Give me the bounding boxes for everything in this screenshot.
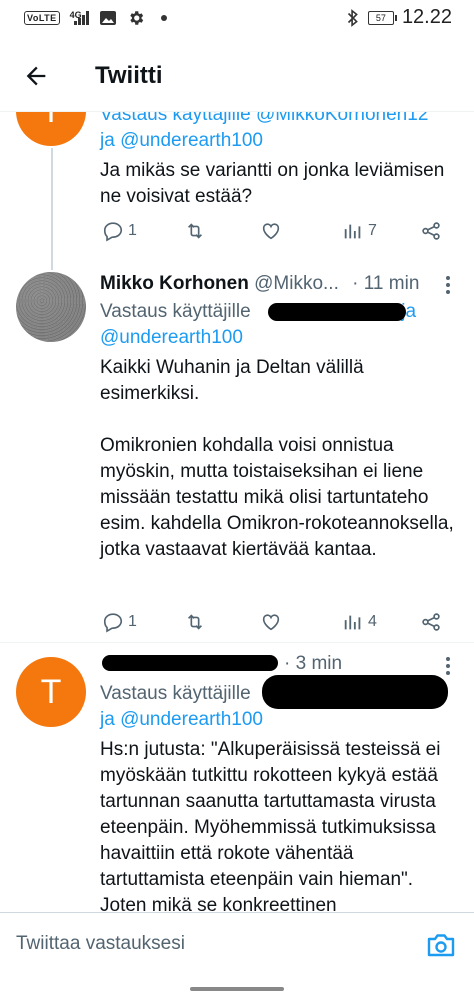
tweet-header: · 3 min — [284, 653, 342, 675]
reply-compose-bar: Twiittaa vastauksesi — [0, 912, 474, 978]
page-title: Twiitti — [95, 62, 163, 89]
tweet-2[interactable]: Mikko Korhonen @Mikko... · 11 min Vastau… — [0, 262, 474, 642]
retweet-button[interactable] — [184, 220, 206, 242]
redaction-scribble — [102, 655, 278, 671]
reply-context-line2: @underearth100 — [100, 325, 243, 351]
image-icon — [99, 11, 116, 25]
view-count: 4 — [368, 613, 377, 630]
top-app-bar: Twiitti — [0, 38, 474, 112]
heart-icon — [262, 223, 280, 240]
avatar[interactable]: T — [16, 657, 86, 727]
dot-icon — [160, 15, 167, 21]
reply-input[interactable]: Twiittaa vastauksesi — [16, 933, 185, 955]
tweet-time: · 11 min — [352, 273, 420, 294]
tweet-actions: 1 7 — [100, 220, 454, 250]
views-button[interactable]: 7 — [342, 220, 377, 242]
analytics-icon — [344, 615, 361, 630]
camera-icon[interactable] — [426, 931, 456, 959]
reply-context: Vastaus käyttäjille — [100, 681, 251, 707]
more-options-icon[interactable] — [446, 276, 452, 297]
reply-mention[interactable]: @underearth100 — [100, 327, 243, 348]
reply-context-line2[interactable]: ja @underearth100 — [100, 128, 263, 154]
like-button[interactable] — [260, 611, 282, 633]
avatar-letter: T — [40, 672, 62, 711]
reply-count: 1 — [128, 613, 137, 630]
like-button[interactable] — [260, 220, 282, 242]
tweet-time: · 3 min — [284, 653, 343, 674]
more-options-icon[interactable] — [446, 657, 452, 678]
reply-prefix: Vastaus käyttäjille — [100, 683, 251, 704]
status-bar: VoLTE 4G 57 12.22 — [0, 0, 474, 38]
share-icon — [422, 613, 440, 631]
tweet-header: Mikko Korhonen @Mikko... · 11 min — [100, 273, 419, 295]
home-indicator[interactable] — [190, 987, 284, 991]
reply-context-line2: ja @underearth100 — [100, 707, 263, 733]
share-button[interactable] — [420, 611, 442, 633]
tweet-text: Kaikki Wuhanin ja Deltan välillä esimerk… — [100, 357, 454, 560]
retweet-icon — [187, 614, 203, 630]
bluetooth-icon — [347, 8, 358, 27]
tweet-text: Hs:n jutusta: "Alkuperäisissä testeissä … — [100, 739, 441, 912]
clock: 12.22 — [401, 6, 452, 28]
network-type: 4G — [69, 10, 82, 20]
tweet-3[interactable]: T · 3 min Vastaus käyttäjille ja @undere… — [0, 643, 474, 912]
avatar[interactable] — [16, 272, 86, 342]
share-button[interactable] — [420, 220, 442, 242]
avatar[interactable]: T — [16, 112, 86, 146]
retweet-icon — [187, 223, 203, 239]
author-name[interactable]: Mikko Korhonen — [100, 273, 249, 294]
tweet-thread[interactable]: T Vastaus käyttäjille @MikkoKorhonen12 j… — [0, 112, 474, 912]
tweet-actions: 1 4 — [100, 611, 454, 641]
views-button[interactable]: 4 — [342, 611, 377, 633]
reply-context: Vastaus käyttäjille @MikkoKorhonen12 — [100, 112, 428, 128]
reply-mentions[interactable]: ja @underearth100 — [100, 709, 263, 730]
reply-count: 1 — [128, 222, 137, 239]
reply-mentions[interactable]: Vastaus käyttäjille @MikkoKorhonen12 — [100, 112, 428, 125]
arrow-left-icon[interactable] — [22, 62, 50, 90]
battery-icon: 57 — [367, 10, 397, 25]
tweet-text: Ja mikäs se variantti on jonka leviämise… — [100, 160, 445, 207]
retweet-button[interactable] — [184, 611, 206, 633]
share-icon — [422, 222, 440, 240]
tweet-1[interactable]: T Vastaus käyttäjille @MikkoKorhonen12 j… — [0, 112, 474, 270]
analytics-icon — [344, 224, 361, 239]
redaction-scribble — [268, 303, 406, 321]
reply-button[interactable]: 1 — [102, 220, 137, 242]
reply-icon — [103, 222, 123, 242]
view-count: 7 — [368, 222, 377, 239]
redaction-scribble — [262, 675, 448, 709]
thread-connector — [51, 148, 53, 270]
battery-level: 57 — [375, 12, 386, 23]
reply-icon — [103, 613, 123, 633]
avatar-letter: T — [41, 112, 62, 131]
heart-icon — [262, 614, 280, 631]
gear-icon — [129, 11, 143, 25]
reply-button[interactable]: 1 — [102, 611, 137, 633]
volte-indicator: VoLTE — [24, 11, 60, 25]
author-handle[interactable]: @Mikko... — [254, 273, 339, 294]
reply-prefix: Vastaus käyttäjille — [100, 301, 251, 322]
